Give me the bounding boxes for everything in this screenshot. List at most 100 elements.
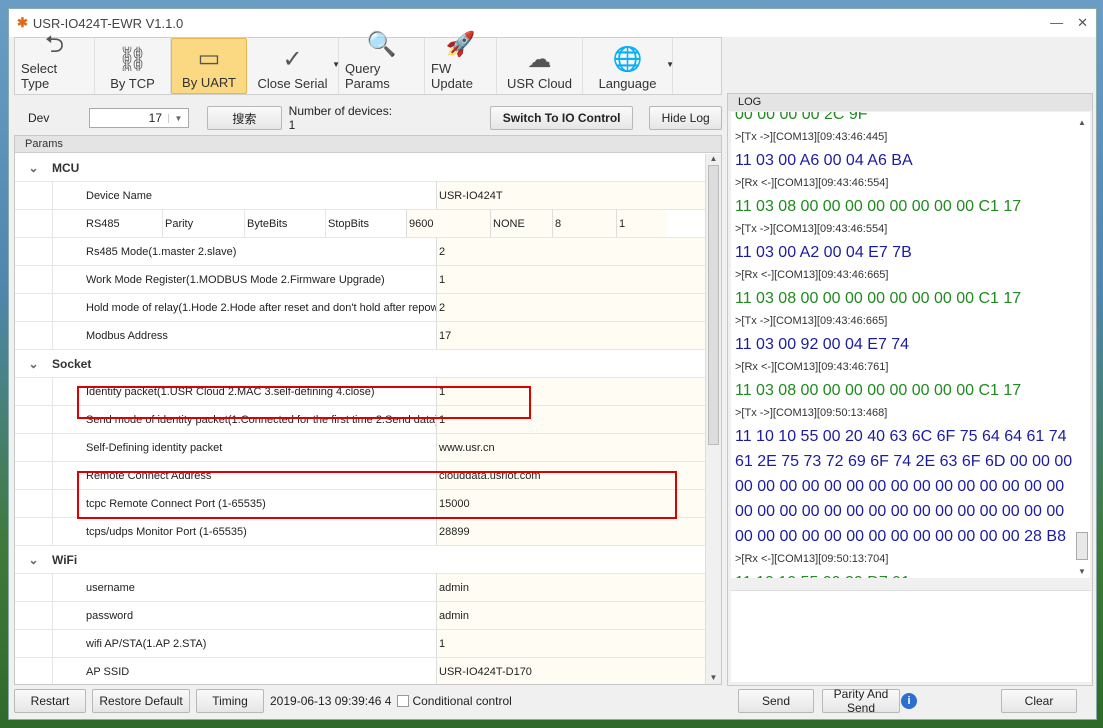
param-value[interactable]: admin bbox=[436, 602, 705, 629]
param-value[interactable]: USR-IO424T bbox=[436, 182, 705, 209]
param-value[interactable]: www.usr.cn bbox=[436, 434, 705, 461]
log-data-line: 00 00 00 00 00 00 00 00 00 00 00 00 00 2… bbox=[735, 528, 1066, 545]
log-data-line: 11 03 08 00 00 00 00 00 00 00 00 C1 17 bbox=[735, 290, 1022, 307]
param-value[interactable]: 28899 bbox=[436, 518, 705, 545]
param-label: Device Name bbox=[52, 182, 436, 209]
toolbar-label: By TCP bbox=[110, 76, 155, 91]
conditional-label: Conditional control bbox=[412, 694, 512, 708]
params-grid: ⌄MCUDevice NameUSR-IO424TRS485 BaudRateP… bbox=[15, 154, 705, 684]
clear-button[interactable]: Clear bbox=[1001, 689, 1077, 713]
param-row[interactable]: username admin bbox=[15, 574, 705, 602]
param-row[interactable]: Self-Defining identity packet www.usr.cn bbox=[15, 434, 705, 462]
param-value[interactable]: 2 bbox=[436, 294, 705, 321]
toolbar-close-serial-button[interactable]: ✓ Close Serial ▼ bbox=[247, 38, 340, 94]
info-icon[interactable]: i bbox=[901, 693, 917, 709]
log-header-line: >[Rx <-][COM13][09:43:46:554] bbox=[735, 177, 889, 189]
param-row[interactable]: RS485 BaudRateParityByteBitsStopBits9600… bbox=[15, 210, 705, 258]
param-value[interactable]: 2 bbox=[436, 238, 705, 265]
toolbar-label: Close Serial bbox=[257, 76, 328, 91]
param-value[interactable]: 1 bbox=[436, 266, 705, 293]
section-mcu[interactable]: ⌄ MCU bbox=[15, 154, 705, 182]
param-label: wifi AP/STA(1.AP 2.STA) bbox=[52, 630, 436, 657]
toolbar-language-button[interactable]: 🌐 Language ▼ bbox=[583, 38, 674, 94]
toolbar: ⮌ Select Type ⛓ By TCP ▭ By UART ✓ Close Serial… bbox=[14, 31, 722, 95]
param-label: Work Mode Register(1.MODBUS Mode 2.Firmw… bbox=[52, 266, 436, 293]
conditional-checkbox[interactable] bbox=[397, 695, 410, 707]
param-label: RS485 BaudRate bbox=[52, 210, 162, 258]
param-row[interactable]: AP SSID USR-IO424T-D170 bbox=[15, 658, 705, 684]
param-label: Hold mode of relay(1.Hode 2.Hode after r… bbox=[52, 294, 436, 321]
collapse-icon[interactable]: ⌄ bbox=[15, 154, 52, 181]
log-data-line: 00 00 00 00 2C 9F bbox=[735, 112, 868, 123]
param-value[interactable]: 9600 bbox=[406, 210, 490, 237]
cloud-icon: ☁ bbox=[527, 46, 552, 73]
section-socket[interactable]: ⌄ Socket bbox=[15, 350, 705, 378]
param-value[interactable]: 1 bbox=[616, 210, 666, 237]
dev-select[interactable]: 17 ▼ bbox=[88, 108, 190, 128]
device-row: Dev 17 ▼ 搜索 Number of devices: 1 Switch T… bbox=[14, 97, 722, 139]
params-scrollbar[interactable]: ▲ ▼ bbox=[705, 154, 721, 684]
param-row[interactable]: Hold mode of relay(1.Hode 2.Hode after r… bbox=[15, 294, 705, 322]
log-input[interactable] bbox=[731, 590, 1091, 682]
toolbar-label: FW Update bbox=[431, 61, 473, 91]
toolbar-query-params-button[interactable]: 🔍 Query Params bbox=[339, 31, 425, 94]
toolbar-select-type-button[interactable]: ⮌ Select Type bbox=[15, 31, 95, 94]
log-header-line: >[Tx ->][COM13][09:43:46:665] bbox=[735, 315, 888, 327]
bottom-bar: Restart Restore Default Timing 2019-06-1… bbox=[14, 686, 512, 716]
hide-log-button[interactable]: Hide Log bbox=[649, 106, 722, 130]
dev-label: Dev bbox=[28, 111, 50, 125]
toolbar-label: USR Cloud bbox=[506, 76, 573, 91]
log-data-line: 11 03 00 A6 00 04 A6 BA bbox=[735, 152, 913, 169]
param-value[interactable]: 8 bbox=[552, 210, 616, 237]
log-data-line: 11 03 00 A2 00 04 E7 7B bbox=[735, 244, 912, 261]
globe-icon: 🌐 bbox=[612, 46, 643, 73]
param-label: username bbox=[52, 574, 436, 601]
toolbar-by-tcp-button[interactable]: ⛓ By TCP bbox=[95, 38, 171, 94]
log-header-line: >[Tx ->][COM13][09:43:46:554] bbox=[735, 223, 888, 235]
param-row[interactable]: password admin bbox=[15, 602, 705, 630]
log-data-line: 11 10 10 55 00 20 40 63 6C 6F 75 64 64 6… bbox=[735, 428, 1067, 445]
back-arrow-icon: ⮌ bbox=[44, 31, 65, 58]
param-value[interactable]: admin bbox=[436, 574, 705, 601]
parity-send-button[interactable]: Parity And Send bbox=[822, 687, 900, 715]
param-row[interactable]: Work Mode Register(1.MODBUS Mode 2.Firmw… bbox=[15, 266, 705, 294]
toolbar-fw-update-button[interactable]: 🚀 FW Update bbox=[425, 31, 497, 94]
search-button[interactable]: 搜索 bbox=[207, 106, 282, 130]
params-panel: Params ⌄MCUDevice NameUSR-IO424TRS485 Ba… bbox=[14, 135, 722, 685]
log-scrollbar[interactable]: ▲ ▼ bbox=[1074, 112, 1090, 578]
param-label: Parity bbox=[162, 210, 244, 237]
param-label: password bbox=[52, 602, 436, 629]
param-row[interactable]: Modbus Address 17 bbox=[15, 322, 705, 350]
close-button[interactable]: ✕ bbox=[1077, 15, 1088, 31]
param-label: AP SSID bbox=[52, 658, 436, 684]
switch-io-control-button[interactable]: Switch To IO Control bbox=[489, 106, 634, 130]
param-row[interactable]: wifi AP/STA(1.AP 2.STA) 1 bbox=[15, 630, 705, 658]
param-label: tcps/udps Monitor Port (1-65535) bbox=[52, 518, 436, 545]
collapse-icon[interactable]: ⌄ bbox=[15, 546, 52, 573]
toolbar-label: Query Params bbox=[345, 61, 390, 91]
param-value[interactable]: 1 bbox=[436, 630, 705, 657]
toolbar-usr-cloud-button[interactable]: ☁ USR Cloud bbox=[497, 38, 583, 94]
toolbar-label: By UART bbox=[182, 75, 236, 90]
log-output: 00 00 00 00 2C 9F >[Tx ->][COM13][09:43:4… bbox=[731, 112, 1086, 578]
section-wifi[interactable]: ⌄ WiFi bbox=[15, 546, 705, 574]
minimize-button[interactable]: — bbox=[1050, 15, 1063, 31]
restore-default-button[interactable]: Restore Default bbox=[92, 689, 190, 713]
param-row[interactable]: Rs485 Mode(1.master 2.slave) 2 bbox=[15, 238, 705, 266]
param-label: Rs485 Mode(1.master 2.slave) bbox=[52, 238, 436, 265]
location-check-icon: ✓ bbox=[282, 46, 303, 73]
param-row[interactable]: tcps/udps Monitor Port (1-65535) 28899 bbox=[15, 518, 705, 546]
param-row[interactable]: Device Name USR-IO424T bbox=[15, 182, 705, 210]
log-data-line: 00 00 00 00 00 00 00 00 00 00 00 00 00 0… bbox=[735, 478, 1065, 495]
toolbar-by-uart-button[interactable]: ▭ By UART bbox=[171, 38, 247, 94]
param-value[interactable]: USR-IO424T-D170 bbox=[436, 658, 705, 684]
serial-port-icon: ▭ bbox=[197, 45, 221, 72]
collapse-icon[interactable]: ⌄ bbox=[15, 350, 52, 377]
timing-button[interactable]: Timing bbox=[196, 689, 264, 713]
send-button[interactable]: Send bbox=[738, 689, 814, 713]
chevron-down-icon[interactable]: ▼ bbox=[168, 113, 188, 123]
param-value[interactable]: 17 bbox=[436, 322, 705, 349]
restart-button[interactable]: Restart bbox=[14, 689, 86, 713]
dropdown-arrow-icon[interactable]: ▼ bbox=[666, 60, 674, 69]
param-value[interactable]: NONE bbox=[490, 210, 552, 237]
